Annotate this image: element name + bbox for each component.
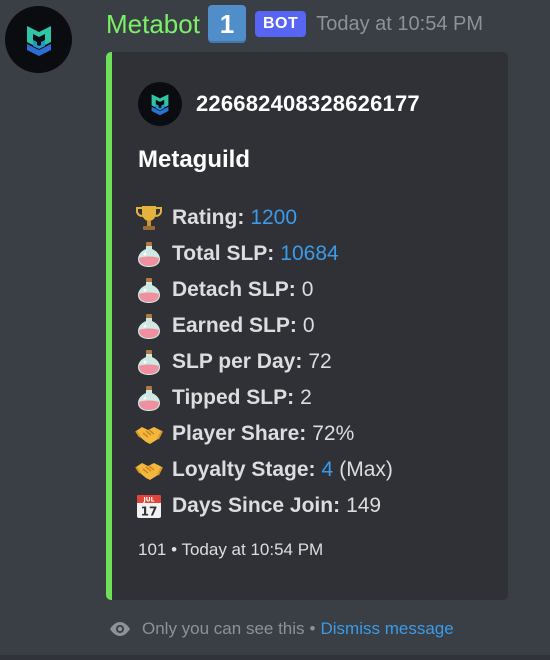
embed-fields: Rating: 1200 Total SLP: 10684 Detach SLP: 0 Ea… xyxy=(134,200,393,524)
embed-field: Total SLP: 10684 xyxy=(134,236,393,272)
message-timestamp: Today at 10:54 PM xyxy=(316,12,484,35)
dismiss-message-link[interactable]: Dismiss message xyxy=(320,619,453,639)
field-value: 4 xyxy=(321,458,334,481)
embed-author-name: 226682408328626177 xyxy=(196,91,420,116)
ephemeral-text: Only you can see this xyxy=(142,619,305,638)
field-value: 2 xyxy=(300,386,312,409)
ephemeral-notice: Only you can see this • Dismiss message xyxy=(108,619,454,639)
field-label: Detach SLP: xyxy=(172,278,296,301)
embed-field: SLP per Day: 72 xyxy=(134,344,393,380)
embed-author: 226682408328626177 xyxy=(138,82,420,126)
field-value: 72 xyxy=(308,350,332,373)
metaguild-logo-icon xyxy=(151,94,169,116)
field-label: Tipped SLP: xyxy=(172,386,295,409)
embed-field: Earned SLP: 0 xyxy=(134,308,393,344)
field-label: Loyalty Stage: xyxy=(172,458,316,481)
embed-field: JUL 17 Days Since Join: 149 xyxy=(134,488,393,524)
field-suffix: (Max) xyxy=(339,458,393,481)
embed-field: Detach SLP: 0 xyxy=(134,272,393,308)
potion-icon xyxy=(134,380,172,416)
potion-icon xyxy=(134,344,172,380)
field-label: Rating: xyxy=(172,206,245,229)
message-header: Metabot 1 BOT Today at 10:54 PM xyxy=(106,5,484,43)
field-value: 0 xyxy=(301,278,314,301)
embed-field: Loyalty Stage: 4 (Max) xyxy=(134,452,393,488)
number-badge: 1 xyxy=(207,5,246,43)
embed-accent-bar xyxy=(106,52,112,600)
embed-field: Rating: 1200 xyxy=(134,200,393,236)
embed-title: Metaguild xyxy=(138,146,250,173)
handshake-icon xyxy=(134,452,172,488)
handshake-icon xyxy=(134,416,172,452)
bot-message: Metabot 1 BOT Today at 10:54 PM 22668240… xyxy=(0,0,550,660)
field-value: 0 xyxy=(302,314,315,337)
field-value: 149 xyxy=(346,494,382,517)
bot-tag: BOT xyxy=(254,11,307,37)
metaguild-logo-icon xyxy=(26,25,51,56)
field-value: 1200 xyxy=(250,206,298,229)
calendar-icon: JUL 17 xyxy=(134,488,172,524)
embed-field: Tipped SLP: 2 xyxy=(134,380,393,416)
username[interactable]: Metabot xyxy=(106,6,200,42)
field-label: Earned SLP: xyxy=(172,314,297,337)
separator: • xyxy=(309,619,316,638)
svg-text:17: 17 xyxy=(141,505,158,519)
trophy-icon xyxy=(134,200,172,236)
field-label: Total SLP: xyxy=(172,242,275,265)
bottom-divider xyxy=(0,655,550,660)
embed-card: 226682408328626177 Metaguild Rating: 1200… xyxy=(106,52,508,600)
field-value: 10684 xyxy=(280,242,339,265)
bot-avatar[interactable] xyxy=(5,6,72,73)
potion-icon xyxy=(134,308,172,344)
potion-icon xyxy=(134,236,172,272)
field-label: Days Since Join: xyxy=(172,494,341,517)
embed-field: Player Share: 72% xyxy=(134,416,393,452)
embed-footer: 101 • Today at 10:54 PM xyxy=(138,540,324,559)
field-label: SLP per Day: xyxy=(172,350,303,373)
author-avatar xyxy=(138,82,182,126)
potion-icon xyxy=(134,272,172,308)
field-label: Player Share: xyxy=(172,422,307,445)
svg-text:JUL: JUL xyxy=(143,497,155,504)
field-value: 72% xyxy=(312,422,355,445)
eye-icon xyxy=(108,620,132,638)
